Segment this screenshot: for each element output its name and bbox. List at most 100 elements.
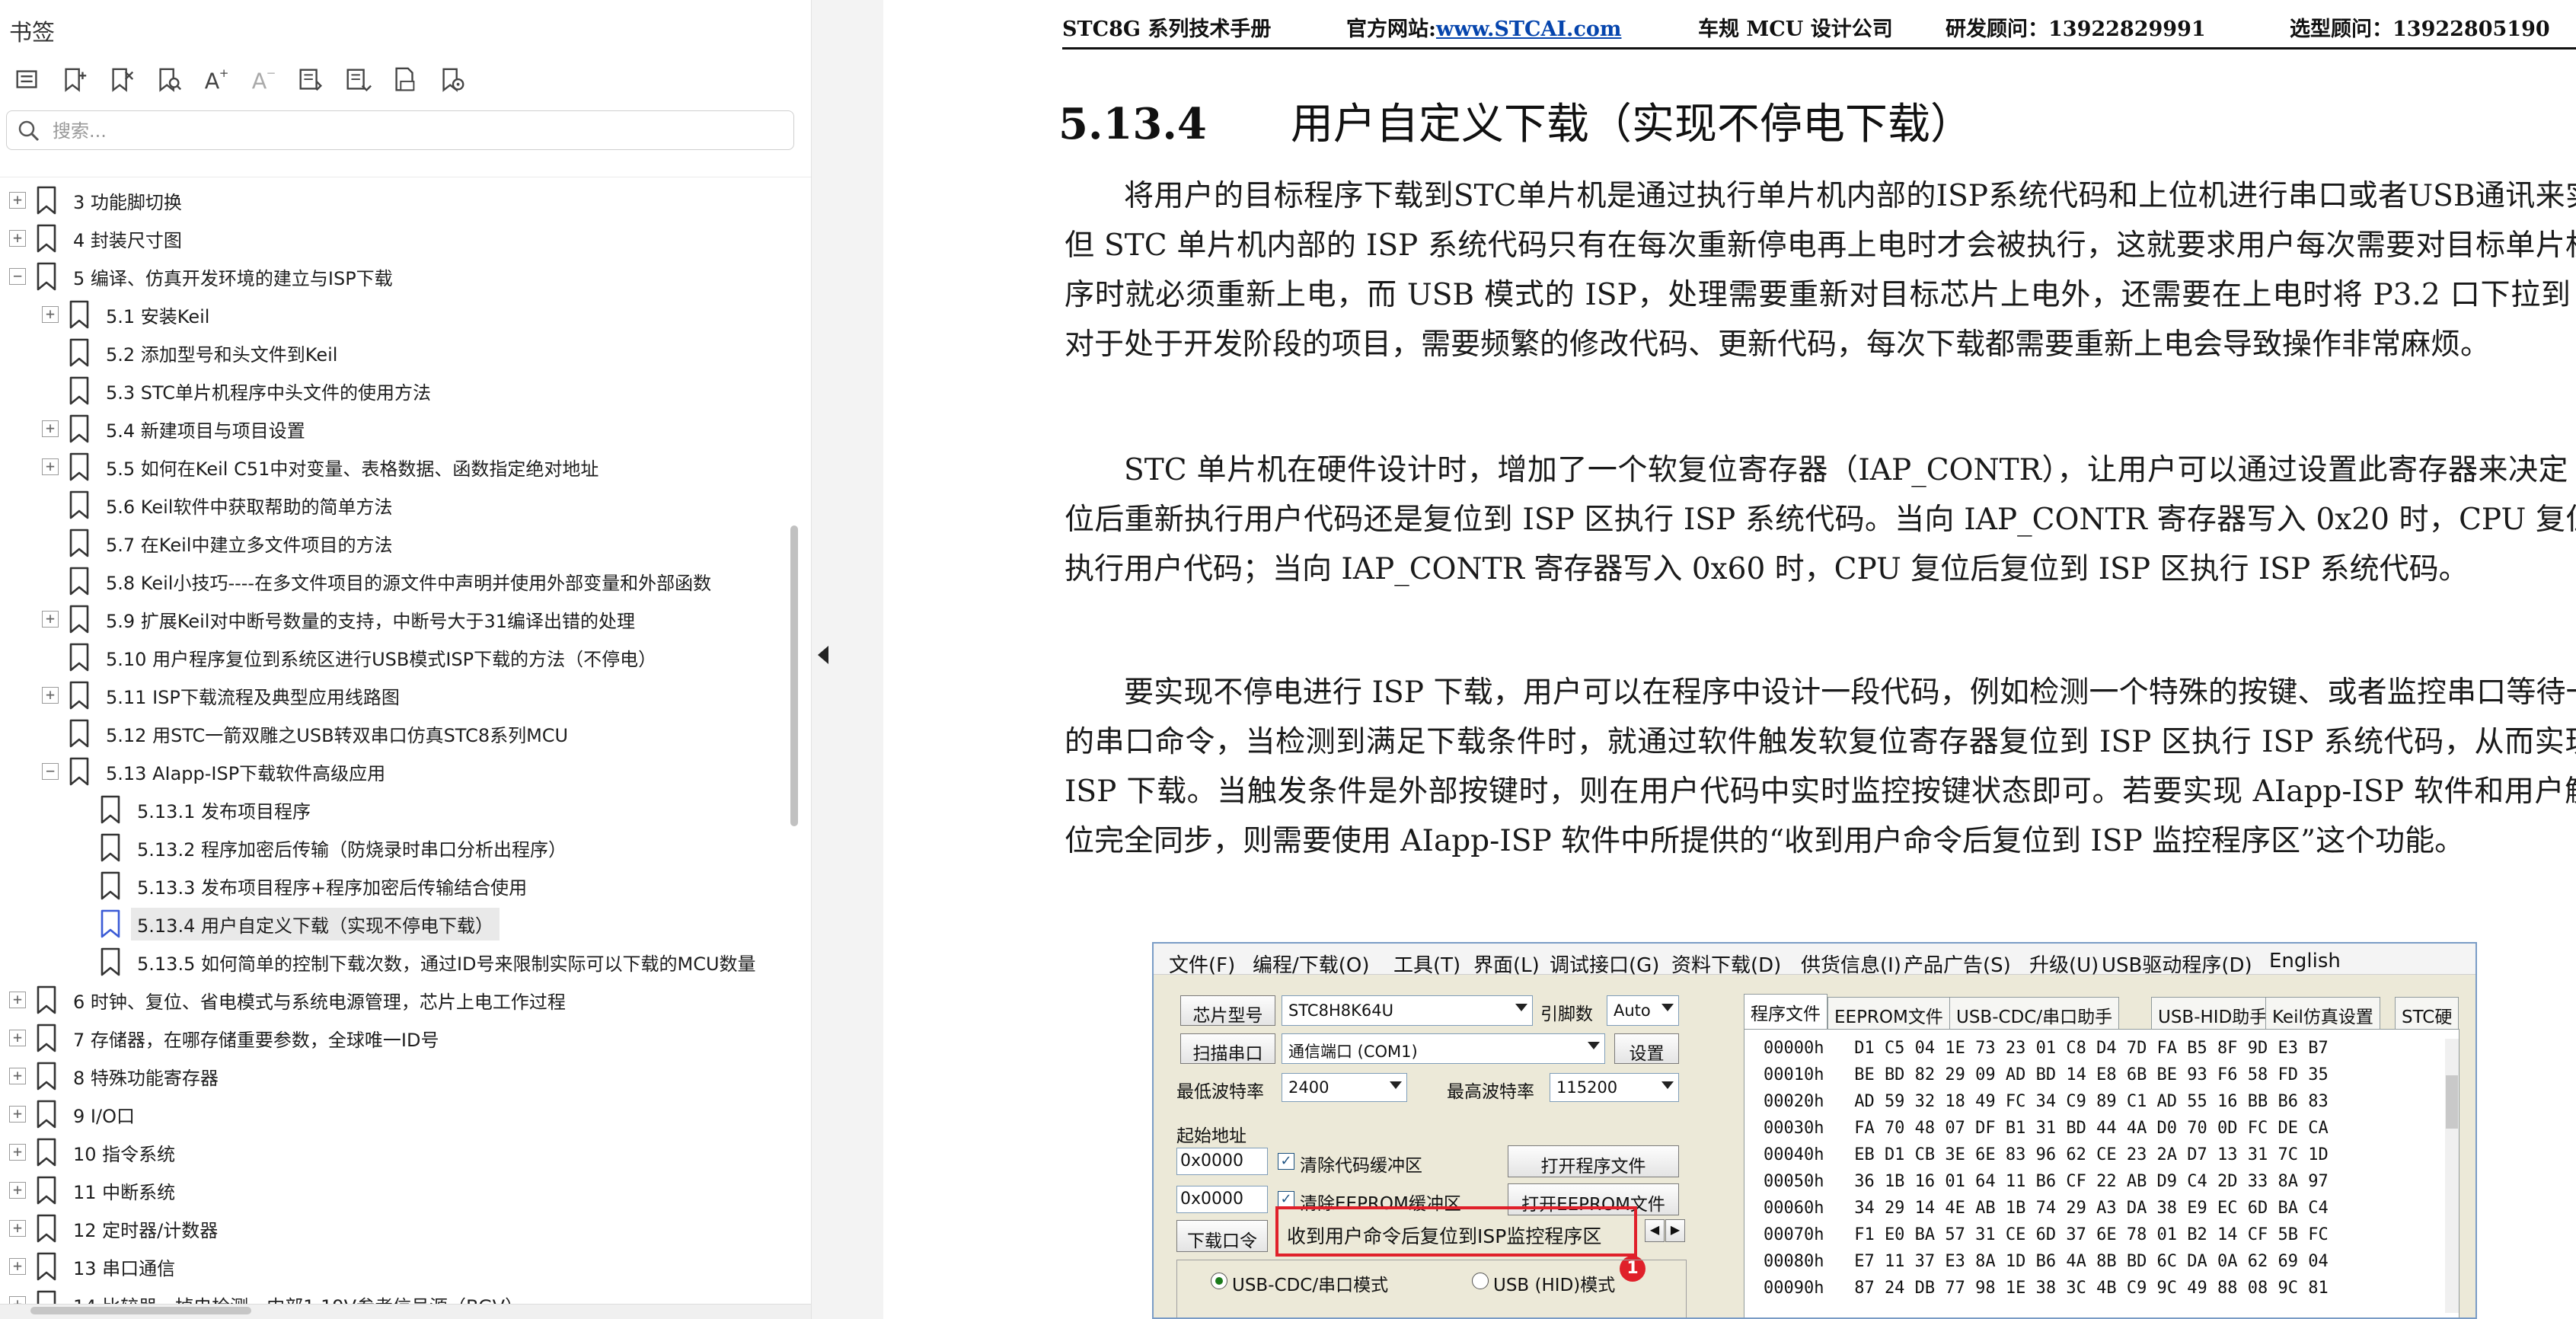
bookmark-item[interactable]: +8 特殊功能寄存器 — [0, 1057, 784, 1095]
collapse-node-icon[interactable]: − — [9, 268, 26, 285]
bookmark-icon — [69, 757, 89, 786]
header-company: 车规 MCU 设计公司 — [1698, 18, 1893, 41]
chip-model-select: STC8H8K64U — [1282, 995, 1533, 1026]
paragraph: STC 单片机在硬件设计时，增加了一个软复位寄存器（IAP_CONTR），让用户… — [1065, 446, 2576, 594]
bookmark-icon — [69, 643, 89, 672]
bookmark-item[interactable]: 5.8 Keil小技巧----在多文件项目的源文件中声明并使用外部变量和外部函数 — [0, 562, 784, 600]
bookmark-item[interactable]: +9 I/O口 — [0, 1095, 784, 1133]
bookmark-icon — [69, 681, 89, 710]
bookmark-item[interactable]: − 5.13 AIapp-ISP下载软件高级应用 — [0, 752, 784, 790]
dropdown-arrow-icon — [1515, 1004, 1527, 1011]
expand-node-icon[interactable]: + — [42, 306, 59, 323]
tab-scroll-right-icon: ▶ — [1665, 1219, 1685, 1242]
bookmark-label: 13 串口通信 — [73, 1257, 176, 1279]
expand-node-icon[interactable]: + — [9, 1106, 26, 1123]
expand-node-icon[interactable]: + — [42, 458, 59, 475]
bookmark-item[interactable]: +13 串口通信 — [0, 1247, 784, 1285]
bookmark-item[interactable]: +3 功能脚切换 — [0, 181, 784, 219]
find-bookmark-button[interactable] — [148, 61, 190, 99]
bookmark-icon — [69, 529, 89, 557]
bookmark-item[interactable]: 5.13.1 发布项目程序 — [0, 790, 784, 829]
expand-node-icon[interactable]: + — [9, 1030, 26, 1046]
chip-model-label: 芯片型号 — [1180, 995, 1275, 1026]
bookmark-item[interactable]: 5.13.3 发布项目程序+程序加密后传输结合使用 — [0, 867, 784, 905]
bookmark-item[interactable]: 5.2 添加型号和头文件到Keil — [0, 334, 784, 372]
bookmark-item[interactable]: +12 定时器/计数器 — [0, 1209, 784, 1247]
svg-text:+: + — [219, 66, 229, 80]
bookmark-item[interactable]: +7 存储器，在哪存储重要参数，全球唯一ID号 — [0, 1019, 784, 1057]
expand-node-icon[interactable]: + — [9, 1068, 26, 1084]
bookmark-item[interactable]: 5.7 在Keil中建立多文件项目的方法 — [0, 524, 784, 562]
expand-node-icon[interactable]: + — [9, 992, 26, 1008]
delete-bookmark-button[interactable] — [101, 61, 143, 99]
expand-all-button[interactable] — [289, 61, 332, 99]
bookmark-tree: +3 功能脚切换 +4 封装尺寸图 −5 编译、仿真开发环境的建立与ISP下载 +5.… — [0, 181, 784, 1319]
bookmark-item[interactable]: +5.4 新建项目与项目设置 — [0, 410, 784, 448]
expand-node-icon[interactable]: + — [42, 611, 59, 628]
bookmark-item[interactable]: +10 指令系统 — [0, 1133, 784, 1171]
embedded-menu-item: 产品广告(S) — [1904, 954, 2011, 977]
bookmark-label: 5.13.3 发布项目程序+程序加密后传输结合使用 — [137, 877, 528, 899]
decrease-font-button[interactable]: A − — [242, 61, 285, 99]
bookmark-properties-button[interactable] — [431, 61, 474, 99]
port-value: 通信端口 (COM1) — [1288, 1043, 1418, 1061]
expand-node-icon[interactable]: + — [9, 1258, 26, 1275]
embedded-tab: USB-HID助手 — [2151, 997, 2274, 1029]
usb-cdc-radio — [1211, 1273, 1227, 1289]
header-site-link[interactable]: www.STCAI.com — [1436, 18, 1622, 41]
bookmark-item[interactable]: 5.13.5 如何简单的控制下载次数，通过ID号来限制实际可以下载的MCU数量 — [0, 943, 784, 981]
collapse-node-icon[interactable]: − — [42, 763, 59, 780]
bookmark-label: 5.3 STC单片机程序中头文件的使用方法 — [106, 382, 432, 404]
bookmark-search-input[interactable] — [51, 116, 770, 146]
bookmark-properties-icon — [442, 68, 464, 92]
bookmark-label: 5.4 新建项目与项目设置 — [106, 420, 305, 442]
bookmark-item[interactable]: +5.1 安装Keil — [0, 295, 784, 334]
bookmark-item[interactable]: +5.11 ISP下载流程及典型应用线路图 — [0, 676, 784, 714]
expand-node-icon[interactable]: + — [9, 1182, 26, 1199]
embedded-menu-item: 界面(L) — [1473, 954, 1540, 977]
collapse-all-button[interactable] — [337, 61, 379, 99]
bookmark-item[interactable]: 5.12 用STC一箭双雕之USB转双串口仿真STC8系列MCU — [0, 714, 784, 752]
bookmark-item[interactable]: − 5 编译、仿真开发环境的建立与ISP下载 — [0, 257, 784, 295]
embedded-menu-item: 资料下载(D) — [1671, 954, 1782, 977]
bookmark-item[interactable]: 5.6 Keil软件中获取帮助的简单方法 — [0, 486, 784, 524]
bookmark-search-box[interactable] — [6, 110, 794, 150]
collapse-sidebar-icon[interactable] — [815, 640, 832, 670]
bookmark-item[interactable]: +6 时钟、复位、省电模式与系统电源管理，芯片上电工作过程 — [0, 981, 784, 1019]
horizontal-scrollbar-thumb[interactable] — [30, 1307, 251, 1314]
expand-node-icon[interactable]: + — [9, 1220, 26, 1237]
bookmark-item[interactable]: 5.13.4 用户自定义下载（实现不停电下载） — [0, 905, 784, 943]
expand-node-icon[interactable]: + — [9, 230, 26, 247]
bookmark-item[interactable]: 5.3 STC单片机程序中头文件的使用方法 — [0, 372, 784, 410]
max-baud-label: 最高波特率 — [1447, 1082, 1534, 1102]
dropdown-arrow-icon — [1588, 1042, 1600, 1049]
usb-hid-label: USB (HID)模式 — [1493, 1276, 1616, 1295]
outline-view-button[interactable] — [6, 61, 49, 99]
bookmark-item[interactable]: 5.10 用户程序复位到系统区进行USB模式ISP下载的方法（不停电） — [0, 638, 784, 676]
bookmark-item[interactable]: +11 中断系统 — [0, 1171, 784, 1209]
clear-eeprom-checkbox: ✓ — [1278, 1191, 1294, 1208]
bookmark-item[interactable]: 5.13.2 程序加密后传输（防烧录时串口分析出程序） — [0, 829, 784, 867]
collapse-all-icon — [346, 69, 372, 91]
download-command-tab: 下载口令 — [1176, 1220, 1268, 1252]
bookmark-icon — [37, 1176, 56, 1205]
bookmark-icon — [69, 376, 89, 405]
bookmark-item[interactable]: +5.9 扩展Keil对中断号数量的支持，中断号大于31编译出错的处理 — [0, 600, 784, 638]
embedded-menu-item: USB驱动程序(D) — [2102, 954, 2252, 977]
header-manual-title: STC8G 系列技术手册 — [1062, 18, 1272, 41]
bookmark-scrollbar[interactable] — [790, 525, 798, 826]
bookmark-page-button[interactable] — [384, 61, 426, 99]
bookmark-item[interactable]: +5.5 如何在Keil C51中对变量、表格数据、函数指定绝对地址 — [0, 448, 784, 486]
expand-node-icon[interactable]: + — [9, 1144, 26, 1161]
increase-font-button[interactable]: A + — [195, 61, 238, 99]
embedded-menubar: 文件(F) 编程/下载(O) 工具(T) 界面(L) 调试接口(G) 资料下载(D) 供货信… — [1154, 944, 2475, 977]
expand-node-icon[interactable]: + — [9, 192, 26, 209]
bookmark-label: 5.6 Keil软件中获取帮助的简单方法 — [106, 496, 393, 518]
expand-node-icon[interactable]: + — [42, 687, 59, 704]
bookmark-item[interactable]: +4 封装尺寸图 — [0, 219, 784, 257]
expand-node-icon[interactable]: + — [42, 420, 59, 437]
add-bookmark-button[interactable] — [53, 61, 96, 99]
